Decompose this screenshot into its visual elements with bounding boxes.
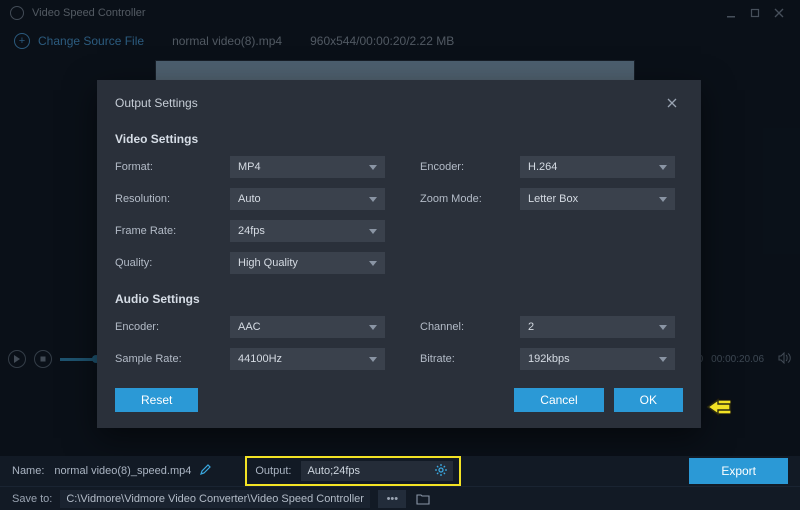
frame-rate-select[interactable]: 24fps — [230, 220, 385, 242]
video-encoder-select[interactable]: H.264 — [520, 156, 675, 178]
chevron-down-icon — [659, 325, 667, 330]
channel-select[interactable]: 2 — [520, 316, 675, 338]
ellipsis-icon: ••• — [387, 493, 399, 505]
chevron-down-icon — [369, 165, 377, 170]
resolution-label: Resolution: — [115, 193, 230, 205]
name-label: Name: — [12, 465, 44, 477]
output-settings-dialog: Output Settings Video Settings Format: M… — [97, 80, 701, 428]
chevron-down-icon — [659, 197, 667, 202]
chevron-down-icon — [659, 165, 667, 170]
save-path-field[interactable]: C:\Vidmore\Vidmore Video Converter\Video… — [60, 490, 370, 508]
audio-settings-grid: Encoder: AAC Channel: 2 Sample Rate: 441… — [115, 316, 683, 370]
chevron-down-icon — [369, 357, 377, 362]
zoom-mode-select[interactable]: Letter Box — [520, 188, 675, 210]
ok-button[interactable]: OK — [614, 388, 683, 412]
video-encoder-label: Encoder: — [420, 161, 520, 173]
pencil-icon — [199, 464, 211, 476]
dialog-close-button[interactable] — [661, 92, 683, 114]
format-select[interactable]: MP4 — [230, 156, 385, 178]
save-to-label: Save to: — [12, 493, 52, 505]
dialog-title: Output Settings — [115, 96, 198, 110]
chevron-down-icon — [369, 197, 377, 202]
gear-icon — [435, 464, 447, 476]
video-settings-grid: Format: MP4 Encoder: H.264 Resolution: A… — [115, 156, 683, 274]
close-icon — [666, 97, 678, 109]
sample-rate-label: Sample Rate: — [115, 353, 230, 365]
chevron-down-icon — [369, 261, 377, 266]
output-summary-field[interactable]: Auto;24fps — [301, 461, 453, 481]
frame-rate-label: Frame Rate: — [115, 225, 230, 237]
channel-label: Channel: — [420, 321, 520, 333]
output-settings-highlight: Output: Auto;24fps — [245, 456, 461, 486]
chevron-down-icon — [369, 229, 377, 234]
export-button[interactable]: Export — [689, 458, 788, 484]
save-to-row: Save to: C:\Vidmore\Vidmore Video Conver… — [0, 486, 800, 510]
bitrate-label: Bitrate: — [420, 353, 520, 365]
save-path-value: C:\Vidmore\Vidmore Video Converter\Video… — [66, 493, 364, 505]
edit-name-button[interactable] — [199, 464, 211, 479]
output-settings-button[interactable] — [435, 464, 447, 479]
chevron-down-icon — [369, 325, 377, 330]
folder-icon — [416, 493, 430, 505]
browse-path-button[interactable]: ••• — [378, 490, 406, 508]
output-label: Output: — [255, 465, 291, 477]
resolution-select[interactable]: Auto — [230, 188, 385, 210]
bitrate-select[interactable]: 192kbps — [520, 348, 675, 370]
name-output-row: Name: normal video(8)_speed.mp4 Output: … — [0, 456, 800, 486]
zoom-mode-label: Zoom Mode: — [420, 193, 520, 205]
open-folder-button[interactable] — [414, 490, 432, 508]
chevron-down-icon — [659, 357, 667, 362]
sample-rate-select[interactable]: 44100Hz — [230, 348, 385, 370]
video-settings-heading: Video Settings — [115, 132, 683, 146]
quality-select[interactable]: High Quality — [230, 252, 385, 274]
reset-button[interactable]: Reset — [115, 388, 198, 412]
quality-label: Quality: — [115, 257, 230, 269]
output-name-value: normal video(8)_speed.mp4 — [54, 465, 191, 477]
audio-settings-heading: Audio Settings — [115, 292, 683, 306]
cancel-button[interactable]: Cancel — [514, 388, 603, 412]
output-summary-value: Auto;24fps — [307, 465, 360, 477]
audio-encoder-select[interactable]: AAC — [230, 316, 385, 338]
format-label: Format: — [115, 161, 230, 173]
audio-encoder-label: Encoder: — [115, 321, 230, 333]
bottom-panel: Name: normal video(8)_speed.mp4 Output: … — [0, 456, 800, 510]
